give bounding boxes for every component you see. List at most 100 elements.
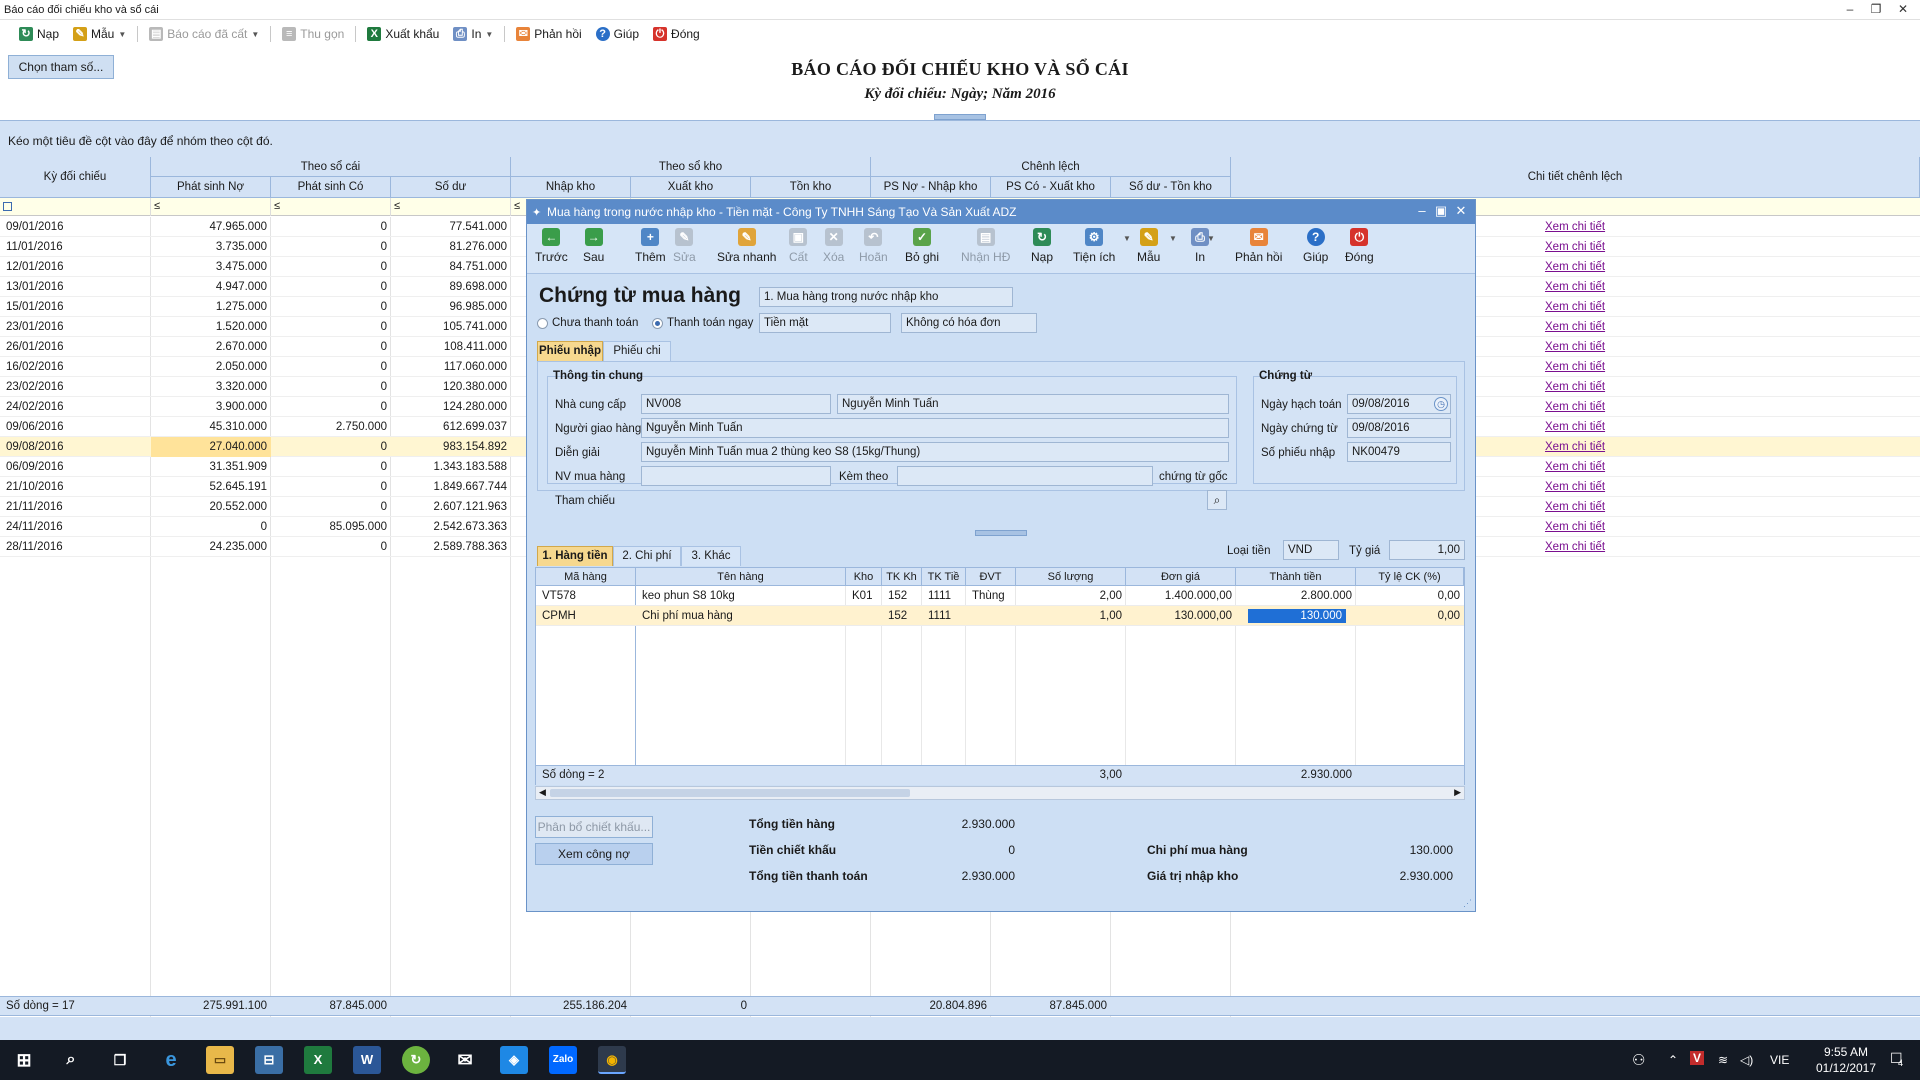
chevron-down-icon[interactable]: ▼ — [1123, 234, 1131, 243]
chevron-down-icon[interactable]: ▼ — [251, 30, 259, 39]
utilities-button[interactable]: ⚙ Tiện ích ▼ — [1073, 228, 1131, 264]
group-by-panel[interactable]: Kéo một tiêu đề cột vào đây để nhóm theo… — [0, 120, 1920, 157]
col-discount-rate[interactable]: Tỷ lệ CK (%) — [1356, 568, 1464, 586]
col-detail[interactable]: Chi tiết chênh lệch — [1231, 157, 1920, 198]
next-button[interactable]: → Sau — [583, 228, 604, 264]
word-icon[interactable]: W — [353, 1046, 381, 1074]
minimize-icon[interactable]: – — [1840, 2, 1860, 16]
view-detail-link[interactable]: Xem chi tiết — [1545, 237, 1605, 257]
rate-field[interactable]: 1,00 — [1389, 540, 1465, 560]
filter-cell[interactable]: ≤ — [151, 198, 271, 216]
col-diff-balance[interactable]: Số dư - Tồn kho — [1111, 177, 1231, 198]
view-detail-link[interactable]: Xem chi tiết — [1545, 217, 1605, 237]
scroll-right-icon[interactable]: ▶ — [1454, 787, 1461, 798]
tab-costs[interactable]: 2. Chi phí — [613, 546, 681, 566]
currency-select[interactable]: VND — [1283, 540, 1339, 560]
col-item-name[interactable]: Tên hàng — [636, 568, 846, 586]
col-item-code[interactable]: Mã hàng — [536, 568, 636, 586]
search-icon[interactable]: ⌕ — [57, 1046, 85, 1074]
description-field[interactable]: Nguyễn Minh Tuấn mua 2 thùng keo S8 (15k… — [641, 442, 1229, 462]
col-stock-out[interactable]: Xuất kho — [631, 177, 751, 198]
close-button[interactable]: ⏻ Đóng — [1345, 228, 1374, 264]
view-detail-link[interactable]: Xem chi tiết — [1545, 497, 1605, 517]
radio-unpaid[interactable] — [537, 318, 548, 329]
volume-icon[interactable]: ◁) — [1740, 1053, 1753, 1067]
col-quantity[interactable]: Số lượng — [1016, 568, 1126, 586]
view-detail-link[interactable]: Xem chi tiết — [1545, 297, 1605, 317]
reload-button[interactable]: ↻ Nạp — [14, 25, 64, 43]
antivirus-icon[interactable]: V — [1690, 1051, 1705, 1065]
feedback-button[interactable]: ✉ Phản hồi — [511, 25, 586, 43]
view-detail-link[interactable]: Xem chi tiết — [1545, 377, 1605, 397]
receive-invoice-button[interactable]: ▤ Nhận HĐ — [961, 228, 1010, 264]
buyer-field[interactable] — [641, 466, 831, 486]
chevron-down-icon[interactable]: ▼ — [1169, 234, 1177, 243]
view-detail-link[interactable]: Xem chi tiết — [1545, 457, 1605, 477]
view-detail-link[interactable]: Xem chi tiết — [1545, 417, 1605, 437]
horizontal-scrollbar[interactable]: ◀ ▶ — [535, 786, 1465, 800]
col-stock-balance[interactable]: Tồn kho — [751, 177, 871, 198]
col-diff-credit[interactable]: PS Có - Xuất kho — [991, 177, 1111, 198]
col-warehouse[interactable]: Kho — [846, 568, 882, 586]
filter-cell[interactable]: ≤ — [391, 198, 511, 216]
remote-app-icon[interactable]: ◈ — [500, 1046, 528, 1074]
clock-time[interactable]: 9:55 AM — [1810, 1045, 1882, 1059]
saved-report-button[interactable]: ▤ Báo cáo đã cất ▼ — [144, 25, 264, 43]
resize-grip-icon[interactable]: ⋰ — [1463, 898, 1472, 909]
view-detail-link[interactable]: Xem chi tiết — [1545, 357, 1605, 377]
deliverer-field[interactable]: Nguyễn Minh Tuấn — [641, 418, 1229, 438]
view-detail-link[interactable]: Xem chi tiết — [1545, 437, 1605, 457]
view-detail-link[interactable]: Xem chi tiết — [1545, 397, 1605, 417]
col-credit-account[interactable]: TK Tiề — [922, 568, 966, 586]
clock-date[interactable]: 01/12/2017 — [1810, 1061, 1882, 1075]
minimize-icon[interactable]: – — [1413, 203, 1431, 218]
language-indicator[interactable]: VIE — [1770, 1053, 1789, 1067]
view-detail-link[interactable]: Xem chi tiết — [1545, 517, 1605, 537]
collapse-button[interactable]: ≡ Thu gọn — [277, 25, 349, 43]
tab-goods[interactable]: 1. Hàng tiền — [537, 546, 613, 566]
invoice-select[interactable]: Không có hóa đơn — [901, 313, 1037, 333]
col-stock-in[interactable]: Nhập kho — [511, 177, 631, 198]
view-debt-button[interactable]: Xem công nợ — [535, 843, 653, 865]
scroll-left-icon[interactable]: ◀ — [539, 787, 546, 798]
mail-icon[interactable]: ✉ — [451, 1046, 479, 1074]
chevron-down-icon[interactable]: ▼ — [1207, 234, 1215, 243]
choose-params-button[interactable]: Chọn tham số... — [8, 55, 114, 79]
chrome-icon[interactable]: ◉ — [598, 1046, 626, 1074]
windows-start-icon[interactable]: ⊞ — [10, 1046, 38, 1074]
view-detail-link[interactable]: Xem chi tiết — [1545, 477, 1605, 497]
close-window-icon[interactable]: ✕ — [1893, 2, 1913, 16]
reference-search-icon[interactable]: ⌕ — [1207, 490, 1227, 510]
file-explorer-icon[interactable]: ▭ — [206, 1046, 234, 1074]
dialog-titlebar[interactable]: ✦ Mua hàng trong nước nhập kho - Tiền mặ… — [527, 200, 1475, 224]
people-icon[interactable]: ⚇ — [1632, 1051, 1645, 1069]
tab-receipt[interactable]: Phiếu nhập — [537, 341, 603, 361]
voucher-date-field[interactable]: 09/08/2016 — [1347, 418, 1451, 438]
print-button[interactable]: ⎙ In ▼ — [1191, 228, 1215, 264]
store-icon[interactable]: ⊟ — [255, 1046, 283, 1074]
excel-icon[interactable]: X — [304, 1046, 332, 1074]
restore-icon[interactable]: ❐ — [1866, 2, 1886, 16]
col-diff-debit[interactable]: PS Nợ - Nhập kho — [871, 177, 991, 198]
print-button[interactable]: ⎙ In ▼ — [448, 25, 498, 43]
maximize-icon[interactable]: ▣ — [1432, 203, 1450, 219]
voucher-line[interactable]: VT578 keo phun S8 10kg K01 152 1111 Thùn… — [536, 586, 1464, 606]
reload-button[interactable]: ↻ Nạp — [1031, 228, 1053, 264]
save-button[interactable]: ▣ Cất — [789, 228, 808, 264]
add-button[interactable]: + Thêm — [635, 228, 666, 264]
filter-cell[interactable] — [0, 198, 151, 216]
template-button[interactable]: ✎ Mẫu ▼ — [1137, 228, 1177, 264]
edge-browser-icon[interactable]: e — [157, 1046, 185, 1074]
col-unit-price[interactable]: Đơn giá — [1126, 568, 1236, 586]
attach-field[interactable] — [897, 466, 1153, 486]
col-ledger-balance[interactable]: Số dư — [391, 177, 511, 198]
view-detail-link[interactable]: Xem chi tiết — [1545, 337, 1605, 357]
wifi-icon[interactable]: ≋ — [1718, 1053, 1728, 1067]
col-debit-account[interactable]: TK Kh — [882, 568, 922, 586]
zalo-icon[interactable]: Zalo — [549, 1046, 577, 1074]
close-dialog-icon[interactable]: ✕ — [1452, 203, 1470, 219]
template-button[interactable]: ✎ Mẫu ▼ — [68, 25, 131, 43]
col-period[interactable]: Kỳ đối chiếu — [0, 157, 151, 198]
voucher-type-select[interactable]: 1. Mua hàng trong nước nhập kho — [759, 287, 1013, 307]
chevron-up-icon[interactable]: ⌃ — [1668, 1053, 1678, 1067]
